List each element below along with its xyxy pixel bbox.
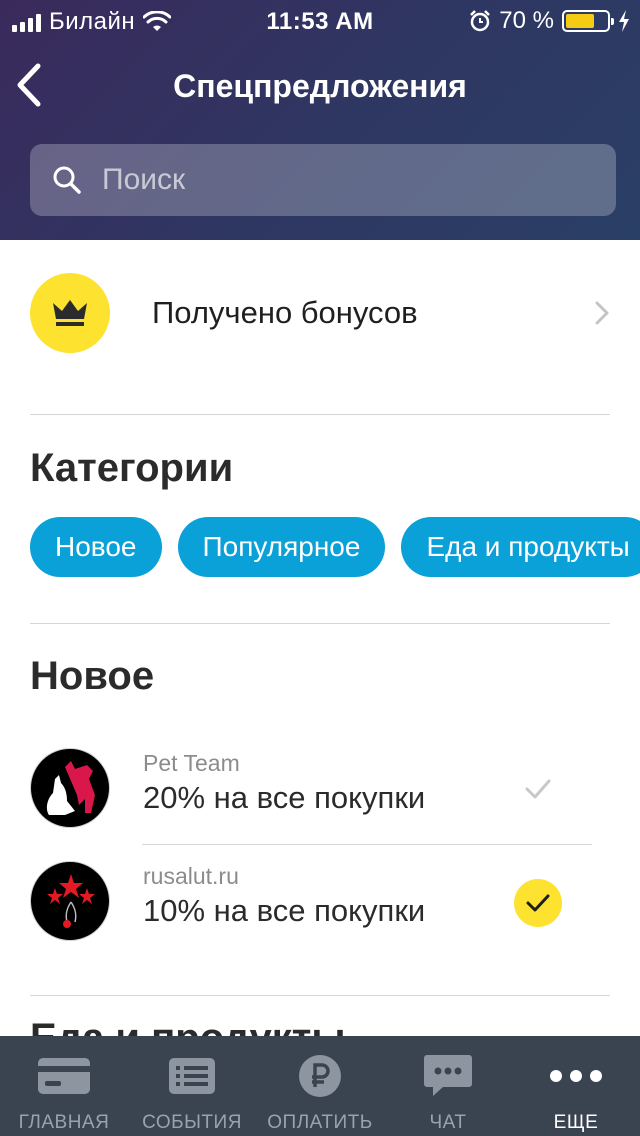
card-icon (36, 1056, 92, 1096)
ruble-icon (292, 1055, 348, 1097)
battery-level (566, 14, 594, 28)
tab-label: ГЛАВНАЯ (18, 1112, 110, 1133)
offer-source: rusalut.ru (143, 863, 239, 889)
activated-badge[interactable] (514, 879, 562, 927)
pet-team-logo (30, 748, 110, 828)
tab-pay[interactable]: ОПЛАТИТЬ (256, 1036, 384, 1136)
tab-bar: ГЛАВНАЯ СОБЫТИЯ ОПЛАТИТЬ ЧАТ ЕЩЕ (0, 1036, 640, 1136)
tab-chat[interactable]: ЧАТ (384, 1036, 512, 1136)
chat-icon (420, 1055, 476, 1096)
tab-label: ЕЩЕ (553, 1112, 599, 1133)
new-title: Новое (30, 654, 155, 698)
divider (30, 995, 610, 996)
rusalut-logo (30, 861, 110, 941)
tab-more[interactable]: ЕЩЕ (512, 1036, 640, 1136)
offer-source: Pet Team (143, 750, 240, 776)
offer-item-pet-team[interactable]: Pet Team 20% на все покупки (30, 738, 592, 838)
battery-icon (562, 10, 614, 32)
checkmark-icon (526, 894, 550, 912)
category-chips: Новое Популярное Еда и продукты (30, 517, 640, 577)
bonus-row[interactable]: Получено бонусов (30, 272, 614, 354)
header: Билайн 11:53 AM 70 % Спецпредложения Пои… (0, 0, 640, 240)
divider (142, 844, 592, 845)
offer-item-rusalut[interactable]: rusalut.ru 10% на все покупки (30, 851, 592, 951)
tab-events[interactable]: СОБЫТИЯ (128, 1036, 256, 1136)
search-icon (53, 166, 81, 194)
offer-title: 10% на все покупки (143, 893, 426, 928)
charging-icon (619, 10, 629, 32)
more-icon (548, 1056, 604, 1096)
divider (30, 623, 610, 624)
search-input[interactable] (102, 163, 582, 197)
chip-food[interactable]: Еда и продукты (401, 517, 640, 577)
search-bar[interactable] (30, 144, 616, 216)
tab-label: ОПЛАТИТЬ (267, 1112, 373, 1133)
bonus-label: Получено бонусов (152, 295, 418, 330)
categories-title: Категории (30, 446, 234, 490)
battery-percent: 70 % (499, 7, 554, 34)
crown-icon (53, 300, 87, 326)
chip-new[interactable]: Новое (30, 517, 162, 577)
tab-home[interactable]: ГЛАВНАЯ (0, 1036, 128, 1136)
checkmark-icon[interactable] (524, 778, 552, 800)
status-right: 70 % (469, 7, 630, 35)
nav-bar: Спецпредложения (0, 54, 640, 118)
tab-label: СОБЫТИЯ (142, 1112, 242, 1133)
chip-popular[interactable]: Популярное (177, 517, 386, 577)
offer-title: 20% на все покупки (143, 780, 426, 815)
crown-badge (30, 273, 110, 353)
chevron-right-icon (595, 301, 609, 325)
list-icon (164, 1056, 220, 1096)
tab-label: ЧАТ (429, 1112, 467, 1133)
divider (30, 414, 610, 415)
alarm-icon (470, 10, 491, 32)
status-bar: Билайн 11:53 AM 70 % (0, 0, 640, 40)
page-title: Спецпредложения (173, 68, 467, 104)
